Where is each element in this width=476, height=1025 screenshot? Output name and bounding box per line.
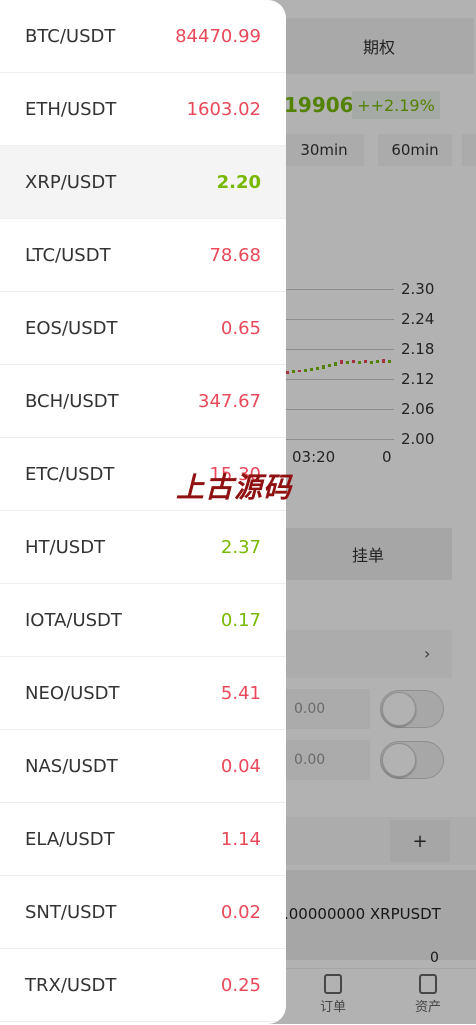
pair-row[interactable]: NAS/USDT 0.04 xyxy=(0,730,286,803)
pair-row[interactable]: HT/USDT 2.37 xyxy=(0,511,286,584)
pair-price: 84470.99 xyxy=(175,25,261,47)
pair-drawer: BTC/USDT 84470.99 ETH/USDT 1603.02 XRP/USDT 2… xyxy=(0,0,286,1024)
pair-price: 0.17 xyxy=(220,609,261,631)
pair-name: SNT/USDT xyxy=(25,901,117,923)
pair-row[interactable]: ELA/USDT 1.14 xyxy=(0,803,286,876)
pair-price: 0.02 xyxy=(220,901,261,923)
pair-name: TRX/USDT xyxy=(25,974,117,996)
pair-name: BCH/USDT xyxy=(25,390,119,412)
pair-name: ETC/USDT xyxy=(25,463,115,485)
pair-row[interactable]: SNT/USDT 0.02 xyxy=(0,876,286,949)
pair-name: EOS/USDT xyxy=(25,317,118,339)
pair-price: 0.25 xyxy=(220,974,261,996)
pair-row[interactable]: BCH/USDT 347.67 xyxy=(0,365,286,438)
pair-row[interactable]: NEO/USDT 5.41 xyxy=(0,657,286,730)
pair-name: IOTA/USDT xyxy=(25,609,122,631)
pair-row[interactable]: TRX/USDT 0.25 xyxy=(0,949,286,1022)
pair-name: NEO/USDT xyxy=(25,682,120,704)
pair-price: 1.14 xyxy=(220,828,261,850)
pair-name: LTC/USDT xyxy=(25,244,111,266)
pair-name: ETH/USDT xyxy=(25,98,117,120)
pair-price: 0.04 xyxy=(220,755,261,777)
pair-name: BTC/USDT xyxy=(25,25,116,47)
pair-name: XRP/USDT xyxy=(25,171,117,193)
pair-price: 1603.02 xyxy=(186,98,261,120)
pair-price: 2.37 xyxy=(220,536,261,558)
pair-row[interactable]: BTC/USDT 84470.99 xyxy=(0,0,286,73)
pair-row[interactable]: IOTA/USDT 0.17 xyxy=(0,584,286,657)
pair-name: ELA/USDT xyxy=(25,828,115,850)
pair-price: 5.41 xyxy=(220,682,261,704)
pair-price: 347.67 xyxy=(198,390,261,412)
pair-row[interactable]: ETH/USDT 1603.02 xyxy=(0,73,286,146)
pair-row[interactable]: EOS/USDT 0.65 xyxy=(0,292,286,365)
pair-name: HT/USDT xyxy=(25,536,106,558)
pair-name: NAS/USDT xyxy=(25,755,118,777)
pair-price: 0.65 xyxy=(220,317,261,339)
pair-row[interactable]: LTC/USDT 78.68 xyxy=(0,219,286,292)
pair-row[interactable]: XRP/USDT 2.20 xyxy=(0,146,286,219)
pair-price: 2.20 xyxy=(216,171,261,193)
pair-price: 78.68 xyxy=(209,244,261,266)
watermark: 上古源码 xyxy=(176,471,293,504)
